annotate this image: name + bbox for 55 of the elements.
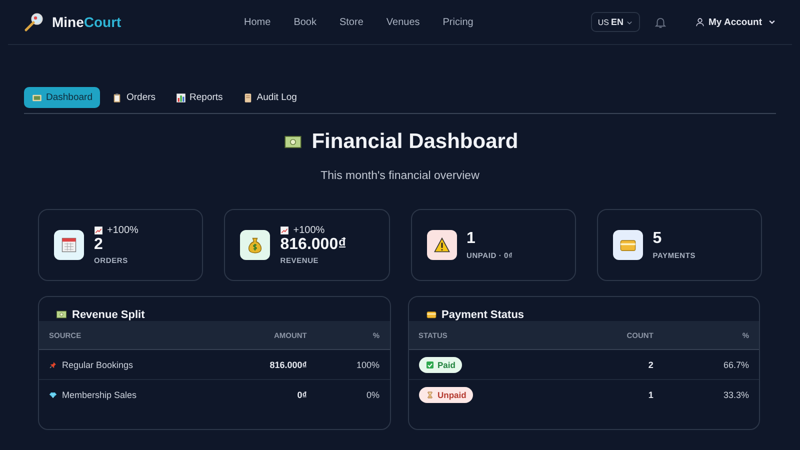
- page-subtitle: This month's financial overview: [320, 170, 480, 182]
- panel-title: Revenue Split: [72, 309, 145, 321]
- banknote-icon: [282, 133, 304, 151]
- source-name: Regular Bookings: [62, 360, 134, 370]
- ledger-icon: [32, 92, 42, 102]
- credit-card-icon: [426, 309, 436, 320]
- nav-link[interactable]: Store: [339, 16, 364, 28]
- money-bag-icon: [246, 236, 264, 254]
- table-cell: 0₫: [220, 380, 317, 409]
- table-cell: 100%: [316, 350, 390, 380]
- hourglass-icon: [426, 390, 434, 398]
- page-title: Financial Dashboard: [312, 130, 518, 154]
- stat-value: 2: [94, 236, 104, 254]
- calendar-icon: [60, 236, 78, 254]
- status-badge: Paid: [418, 356, 462, 372]
- gem-icon: [49, 390, 57, 398]
- notification-bell-icon[interactable]: [654, 16, 667, 28]
- check-mark-icon: [426, 360, 434, 368]
- trend-up-icon: [94, 226, 103, 235]
- nav-link[interactable]: Book: [294, 16, 316, 28]
- table-cell: 0%: [316, 380, 390, 409]
- table-cell: 816.000₫: [220, 350, 317, 380]
- nav-link[interactable]: Venues: [386, 16, 420, 28]
- stat-value: 816.000₫: [280, 236, 346, 254]
- stat-value: 5: [652, 230, 663, 248]
- trend-text: +100%: [107, 224, 138, 236]
- table-cell: 66.7%: [663, 350, 759, 380]
- tab[interactable]: Orders: [104, 87, 164, 108]
- source-name: Membership Sales: [62, 390, 137, 400]
- table-cell: 1: [566, 380, 664, 409]
- trend-up-icon: [280, 226, 290, 235]
- chevron-down-icon: [626, 18, 633, 26]
- tab[interactable]: Dashboard: [24, 87, 100, 108]
- bar-chart-icon: [176, 92, 186, 102]
- scroll-icon: [242, 92, 253, 102]
- brand-name[interactable]: MineCourt: [52, 14, 122, 30]
- account-menu-button[interactable]: My Account: [680, 16, 776, 28]
- trend-text: +100%: [293, 224, 325, 236]
- banknote-icon: [56, 309, 67, 320]
- warning-icon: [432, 236, 450, 254]
- user-icon: [694, 17, 705, 27]
- panel-title: Payment Status: [442, 309, 524, 321]
- tab[interactable]: Audit Log: [234, 87, 305, 108]
- status-badge: Unpaid: [418, 386, 474, 402]
- pushpin-icon: [49, 360, 57, 368]
- nav-link[interactable]: Pricing: [442, 16, 474, 28]
- language-selector[interactable]: US EN: [590, 12, 640, 32]
- tab[interactable]: Reports: [168, 87, 231, 108]
- clipboard-icon: [112, 92, 122, 102]
- table-cell: 33.3%: [663, 380, 759, 409]
- nav-link[interactable]: Home: [244, 16, 271, 28]
- table-cell: 2: [566, 350, 664, 380]
- magnifier-logo-icon: [24, 12, 44, 32]
- stat-value: 1: [466, 230, 476, 248]
- chevron-down-icon: [768, 18, 776, 26]
